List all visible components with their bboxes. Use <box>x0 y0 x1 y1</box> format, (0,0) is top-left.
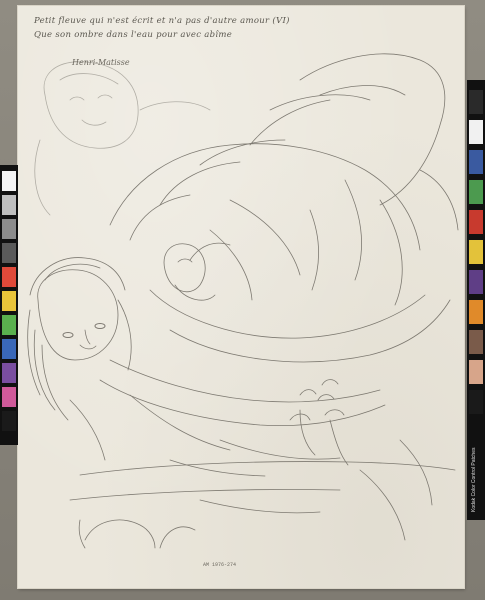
color-patch <box>2 219 16 239</box>
color-patch <box>469 150 483 174</box>
color-patch <box>469 180 483 204</box>
color-patch <box>469 360 483 384</box>
color-patch <box>469 390 483 414</box>
color-control-strip-left <box>0 165 18 445</box>
color-patch <box>469 300 483 324</box>
color-patch <box>469 270 483 294</box>
pencil-drawing <box>27 53 459 549</box>
water-lines <box>69 439 456 549</box>
breast-curves <box>163 243 216 301</box>
color-patch <box>2 411 16 431</box>
color-patch <box>469 120 483 144</box>
handwritten-inscription: Petit fleuve qui n'est écrit et n'a pas … <box>34 14 290 42</box>
inventory-number: AM 1976-274 <box>203 562 237 568</box>
artist-signature: Henri-Matisse <box>72 58 130 67</box>
head-sketch <box>27 257 132 421</box>
color-patch <box>469 90 483 114</box>
color-patch <box>2 387 16 407</box>
color-patch <box>2 363 16 383</box>
color-patch <box>2 291 16 311</box>
inscription-line-1: Petit fleuve qui n'est écrit et n'a pas … <box>34 16 290 26</box>
color-patch <box>469 240 483 264</box>
color-patch <box>2 171 16 191</box>
color-strip-label: Kodak Color Control Patches <box>471 447 477 512</box>
color-patch <box>469 210 483 234</box>
inscription-line-2: Que son ombre dans l'eau pour avec abîme <box>34 30 233 40</box>
color-control-strip-right: Kodak Color Control Patches <box>467 80 485 520</box>
faint-face-study <box>34 61 211 216</box>
color-patch <box>2 243 16 263</box>
color-patch <box>2 267 16 287</box>
color-patch <box>469 330 483 354</box>
color-patch <box>2 315 16 335</box>
color-patch <box>2 339 16 359</box>
flowers-sketch <box>289 379 349 466</box>
color-patch <box>2 195 16 215</box>
reclining-figure <box>109 53 459 363</box>
